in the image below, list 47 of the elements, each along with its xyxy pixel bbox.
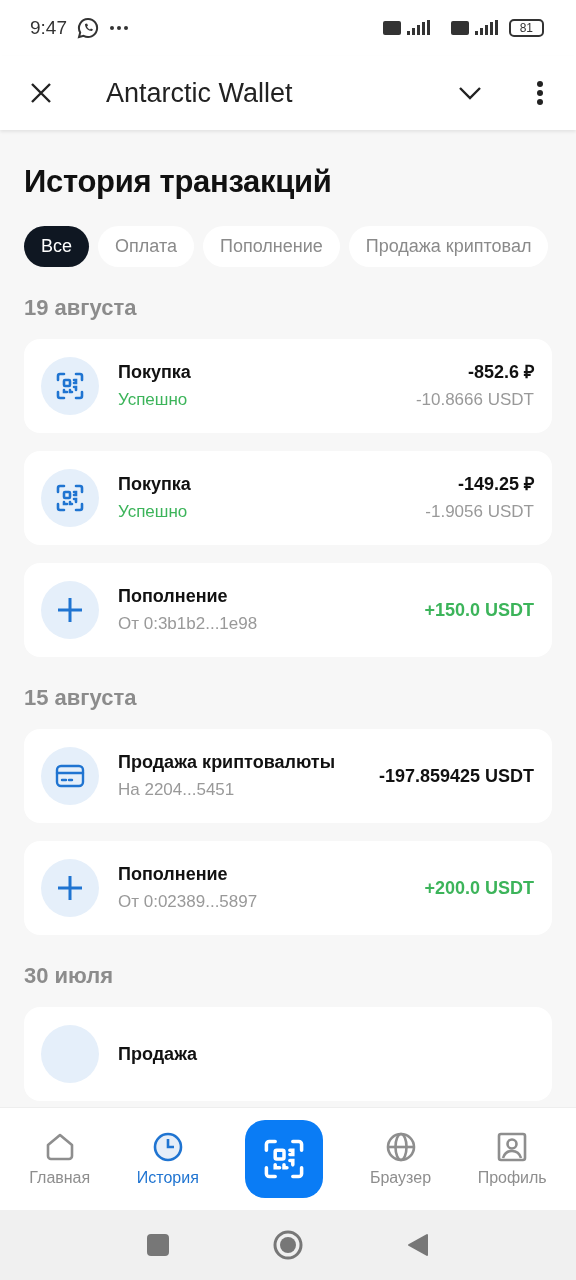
more-notifications-icon (109, 25, 129, 31)
home-icon[interactable] (273, 1230, 303, 1260)
nav-tab[interactable]: История (136, 1131, 199, 1187)
transaction-card[interactable]: Покупка Успешно -852.6 ₽ -10.8666 USDT (24, 339, 552, 433)
transaction-subtitle: На 2204...5451 (118, 779, 236, 801)
scan-button[interactable] (245, 1120, 324, 1198)
app-title: Antarctic Wallet (106, 77, 294, 109)
transaction-title: Покупка (118, 473, 192, 496)
transaction-card[interactable]: Продажа криптовалюты На 2204...5451 -197.859425 USDT (24, 729, 552, 823)
transaction-title: Покупка (118, 361, 192, 384)
chat-app-icon (77, 17, 99, 39)
filter-chip[interactable]: Все (24, 226, 90, 267)
transaction-title: Продажа криптовалюты (118, 751, 337, 774)
secondary-amount: -10.8666 USDT (415, 389, 534, 411)
transaction-subtitle: От 0:02389...5897 (118, 891, 259, 913)
transaction-subtitle: Успешно (118, 389, 189, 411)
filter-chip[interactable]: Оплата (98, 226, 194, 267)
signal-icon (450, 19, 499, 37)
date-heading: 19 августа (24, 295, 138, 321)
transaction-subtitle: От 0:3b1b2...1e98 (118, 613, 259, 635)
transaction-amount: -149.25 ₽ (456, 473, 534, 496)
transaction-card[interactable]: Пополнение От 0:3b1b2...1e98 +150.0 USDT (24, 563, 552, 657)
close-icon[interactable] (30, 82, 52, 104)
status-time: 9:47 (30, 17, 67, 39)
profile-icon (496, 1131, 529, 1163)
date-heading: 30 июля (24, 963, 115, 989)
page-title: История транзакций (24, 164, 333, 200)
transaction-card[interactable]: Продажа (24, 1007, 552, 1101)
transaction-card[interactable]: Пополнение От 0:02389...5897 +200.0 USDT (24, 841, 552, 935)
transaction-amount: +150.0 USDT (424, 599, 534, 622)
transaction-subtitle: Успешно (118, 501, 189, 523)
transaction-amount: +200.0 USDT (424, 877, 534, 900)
secondary-amount: -1.9056 USDT (425, 501, 534, 523)
date-heading: 15 августа (24, 685, 138, 711)
recent-apps-icon[interactable] (147, 1234, 169, 1256)
transaction-title: Продажа (118, 1043, 199, 1066)
transaction-title: Пополнение (118, 863, 229, 886)
transaction-amount: -852.6 ₽ (466, 361, 534, 384)
transaction-amount: -197.859425 USDT (378, 765, 534, 788)
clock-icon (151, 1131, 184, 1163)
more-options-icon[interactable] (536, 81, 544, 105)
chevron-down-icon[interactable] (458, 86, 482, 100)
transaction-card[interactable]: Покупка Успешно -149.25 ₽ -1.9056 USDT (24, 451, 552, 545)
back-icon[interactable] (407, 1233, 429, 1257)
transaction-title: Пополнение (118, 585, 229, 608)
battery-level: 81 (508, 19, 544, 37)
globe-icon (384, 1131, 417, 1163)
